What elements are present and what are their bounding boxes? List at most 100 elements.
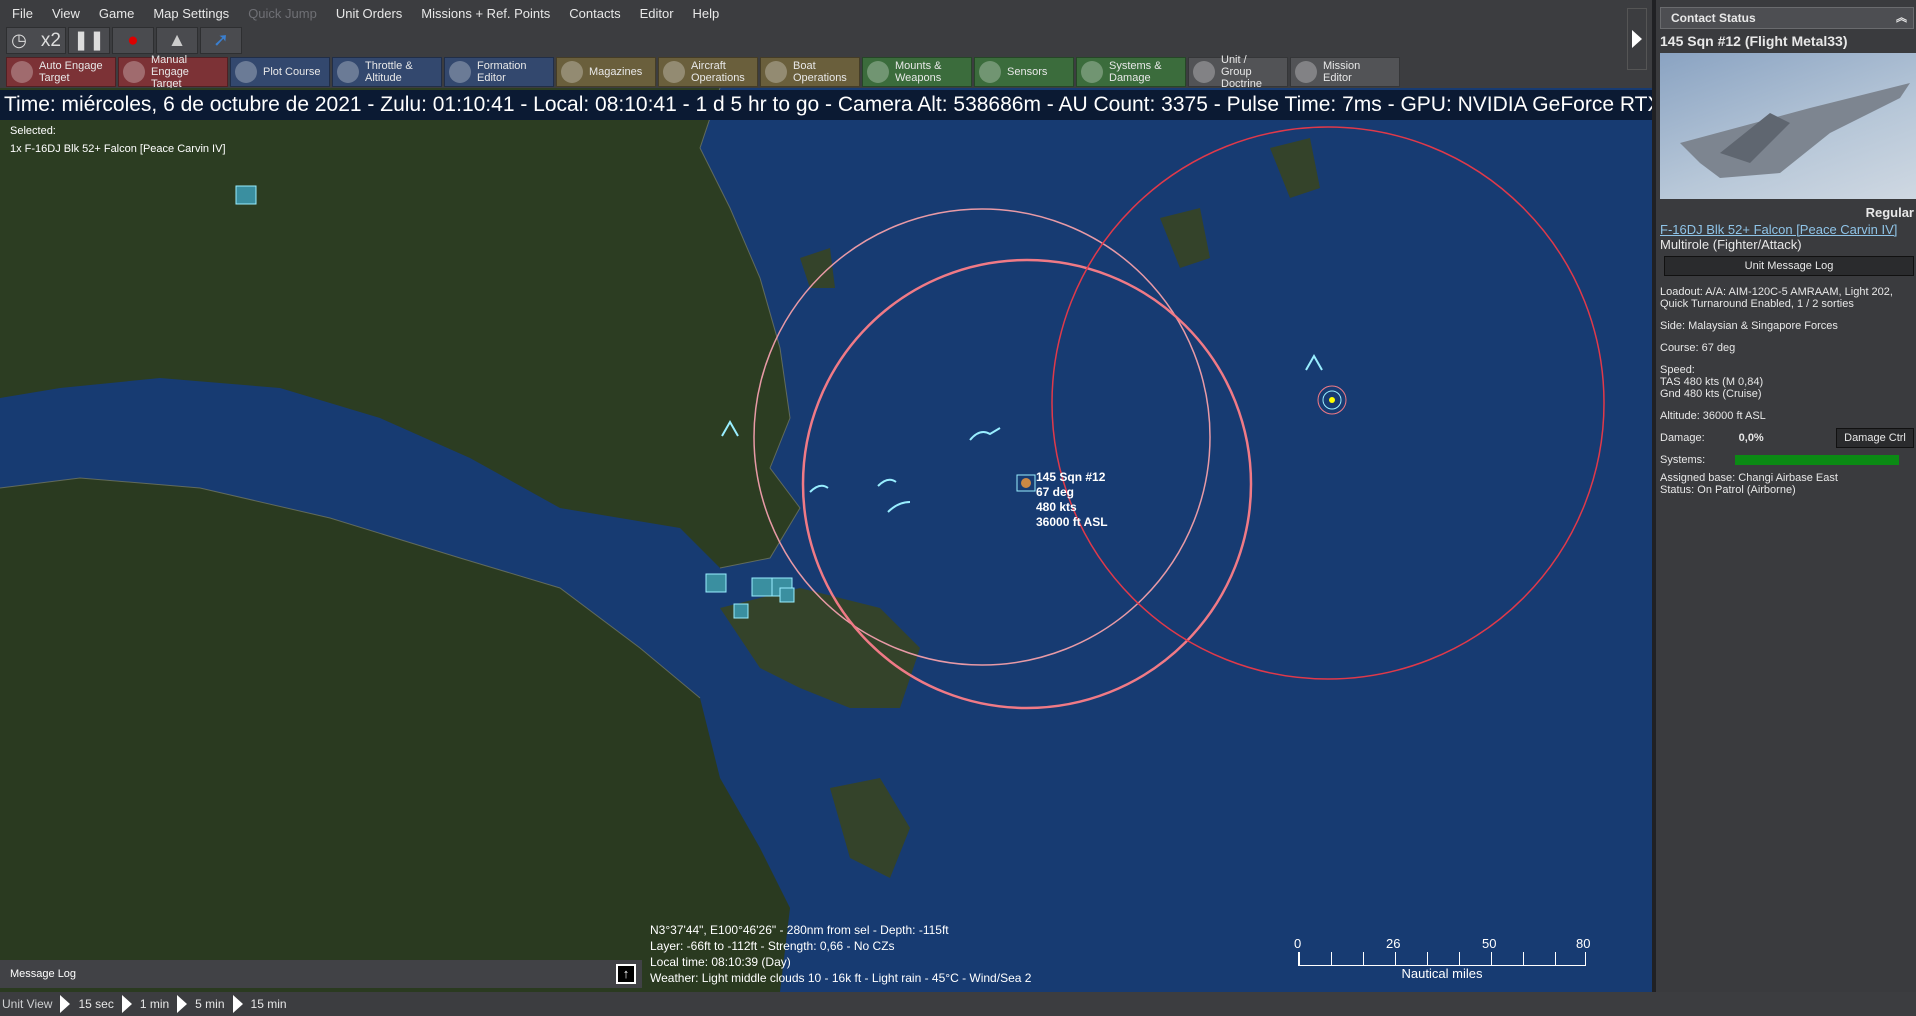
toolbar-label: Manual Engage Target <box>151 54 189 90</box>
jump-button[interactable]: ➚ <box>200 27 242 54</box>
menu-view[interactable]: View <box>52 6 80 21</box>
toolbar-throttle-altitude-button[interactable]: Throttle & Altitude <box>332 57 442 87</box>
record-button[interactable]: ● <box>112 27 154 54</box>
unit-speed: 480 kts <box>1036 500 1077 514</box>
aircraft-photo <box>1660 53 1916 199</box>
message-log-label: Message Log <box>10 968 77 980</box>
time-controls: ◷ x2 ❚❚ ● ▲ ➚ <box>6 27 242 54</box>
map-canvas[interactable] <box>0 88 1652 992</box>
play-icon[interactable] <box>121 995 132 1013</box>
chevron-up-icon[interactable]: ︽ <box>1896 8 1907 28</box>
play-icon[interactable] <box>177 995 188 1013</box>
toolbar-unit-group-doctrine-button[interactable]: Unit / Group Doctrine <box>1188 54 1288 90</box>
gear-icon <box>1081 61 1103 83</box>
mission-icon <box>1295 61 1317 83</box>
toolbar-label: Unit / Group Doctrine <box>1221 54 1262 90</box>
contact-status-panel: Contact Status ︽ 145 Sqn #12 (Flight Meta… <box>1652 0 1916 992</box>
course-icon <box>235 61 257 83</box>
menu-unit-orders[interactable]: Unit Orders <box>336 6 402 21</box>
menu-missions[interactable]: Missions + Ref. Points <box>421 6 550 21</box>
crosshair-icon <box>123 61 145 83</box>
course: Course: 67 deg <box>1660 342 1736 354</box>
unit-map-label: 145 Sqn #12 67 deg 480 kts 36000 ft ASL <box>1036 470 1108 530</box>
altitude: Altitude: 36000 ft ASL <box>1660 410 1766 422</box>
toolbar-label: Boat Operations <box>793 60 847 84</box>
crosshair-icon <box>11 61 33 83</box>
map-view[interactable]: Selected: 1x F-16DJ Blk 52+ Falcon [Peace… <box>0 88 1652 992</box>
radar-icon <box>979 61 1001 83</box>
cursor-layer: Layer: -66ft to -112ft - Strength: 0,66 … <box>650 939 895 953</box>
play-icon[interactable] <box>232 995 243 1013</box>
toolbar-label: Aircraft Operations <box>691 60 745 84</box>
toolbar-aircraft-operations-button[interactable]: Aircraft Operations <box>658 57 758 87</box>
damage-label: Damage: <box>1660 432 1705 444</box>
panel-toggle-button[interactable] <box>1627 8 1647 70</box>
menu-file[interactable]: File <box>12 6 33 21</box>
step-5min[interactable]: 5 min <box>195 997 224 1011</box>
unit-type-link[interactable]: F-16DJ Blk 52+ Falcon [Peace Carvin IV] <box>1656 220 1916 237</box>
formation-icon <box>449 61 471 83</box>
toolbar-magazines-button[interactable]: Magazines <box>556 57 656 87</box>
toolbar-mounts-weapons-button[interactable]: Mounts & Weapons <box>862 57 972 87</box>
record-icon: ● <box>127 29 139 51</box>
unit-course: 67 deg <box>1036 485 1075 499</box>
pause-button[interactable]: ❚❚ <box>68 27 110 54</box>
menu-map-settings[interactable]: Map Settings <box>153 6 229 21</box>
land-sumatra <box>0 478 790 992</box>
tas: TAS 480 kts (M 0,84) <box>1660 376 1764 388</box>
toolbar-auto-engage-target-button[interactable]: Auto Engage Target <box>6 57 116 87</box>
unit-altitude: 36000 ft ASL <box>1036 515 1108 529</box>
menu-editor[interactable]: Editor <box>640 6 674 21</box>
toolbar: Auto Engage Target Manual Engage Target Pl… <box>6 54 1400 90</box>
land-islands <box>720 138 1320 878</box>
expand-up-icon[interactable]: ↑ <box>616 964 636 984</box>
toolbar-manual-engage-target-button[interactable]: Manual Engage Target <box>118 54 228 90</box>
menu-contacts[interactable]: Contacts <box>569 6 620 21</box>
menu-game[interactable]: Game <box>99 6 134 21</box>
unit-name: 145 Sqn #12 <box>1036 470 1106 484</box>
toolbar-label: Formation Editor <box>477 60 527 84</box>
selected-label: Selected: <box>10 125 56 137</box>
step-button[interactable]: ▲ <box>156 27 198 54</box>
panel-header[interactable]: Contact Status ︽ <box>1660 7 1914 29</box>
menu-help[interactable]: Help <box>693 6 720 21</box>
message-log-bar[interactable]: Message Log ↑ <box>0 960 642 988</box>
menu-quick-jump: Quick Jump <box>248 5 317 21</box>
toolbar-label: Systems & Damage <box>1109 60 1162 84</box>
time-compression-button[interactable]: ◷ x2 <box>6 27 66 54</box>
scale-tick: 50 <box>1482 936 1497 951</box>
throttle-icon <box>337 61 359 83</box>
toolbar-formation-editor-button[interactable]: Formation Editor <box>444 57 554 87</box>
damage-value: 0,0% <box>1738 432 1764 444</box>
step-15sec[interactable]: 15 sec <box>78 997 113 1011</box>
time-step-bar: Unit View 15 sec 1 min 5 min 15 min <box>0 992 1916 1016</box>
toolbar-sensors-button[interactable]: Sensors <box>974 57 1074 87</box>
aircraft-contact-icons[interactable] <box>721 353 1323 513</box>
chevron-right-icon <box>1632 30 1642 48</box>
toolbar-label: Auto Engage Target <box>39 60 103 84</box>
step-15min[interactable]: 15 min <box>251 997 287 1011</box>
unit-selected-icon[interactable] <box>1016 474 1036 492</box>
speed-label: Speed: <box>1660 364 1695 376</box>
play-icon[interactable] <box>60 995 71 1013</box>
scale-tick: 80 <box>1576 936 1591 951</box>
unit-message-log-button[interactable]: Unit Message Log <box>1664 256 1914 276</box>
damage-ctrl-button[interactable]: Damage Ctrl <box>1836 428 1914 448</box>
assigned-base: Assigned base: Changi Airbase East <box>1660 472 1838 484</box>
unit-east-icon[interactable] <box>1317 385 1347 415</box>
toolbar-systems-damage-button[interactable]: Systems & Damage <box>1076 57 1186 87</box>
doctrine-icon <box>1193 61 1215 83</box>
toolbar-boat-operations-button[interactable]: Boat Operations <box>760 57 860 87</box>
toolbar-mission-editor-button[interactable]: Mission Editor <box>1290 57 1400 87</box>
toolbar-label: Sensors <box>1007 66 1048 78</box>
scale-tick: 26 <box>1386 936 1401 951</box>
selection-info: Selected: 1x F-16DJ Blk 52+ Falcon [Peace… <box>10 122 226 158</box>
scale-tick: 0 <box>1294 936 1302 951</box>
unit-view-label[interactable]: Unit View <box>2 997 52 1011</box>
toolbar-label: Mission Editor <box>1323 60 1361 84</box>
menu-bar: File View Game Map Settings Quick Jump U… <box>0 0 1652 26</box>
cursor-local-time: Local time: 08:10:39 (Day) <box>650 955 791 969</box>
pause-icon: ❚❚ <box>73 30 105 51</box>
toolbar-plot-course-button[interactable]: Plot Course <box>230 57 330 87</box>
step-1min[interactable]: 1 min <box>140 997 169 1011</box>
